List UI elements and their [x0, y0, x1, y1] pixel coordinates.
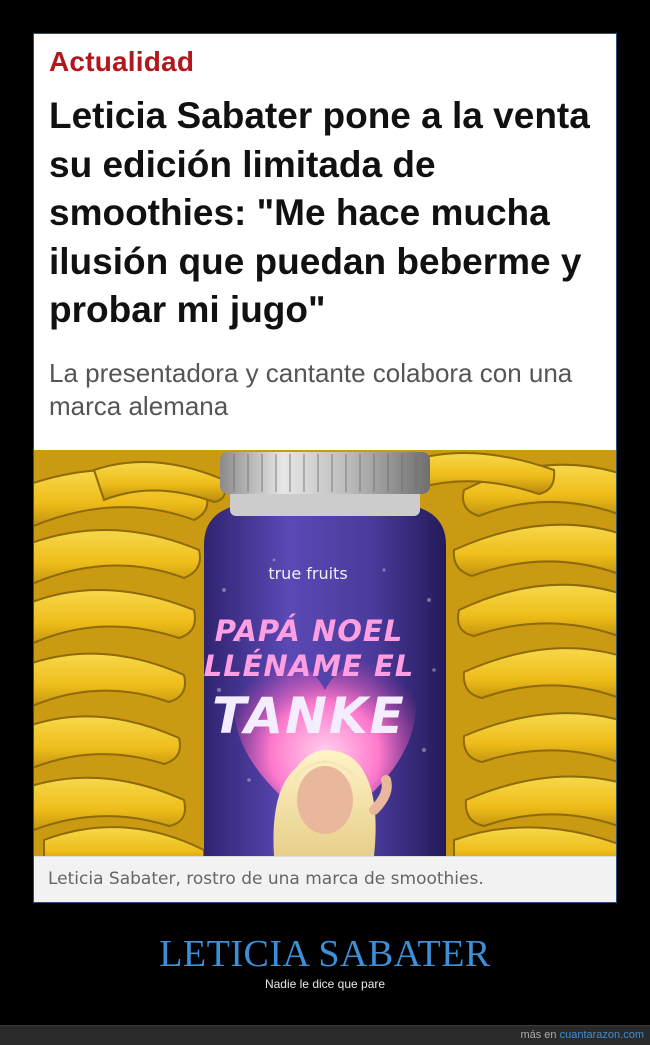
bottle-label-line3: TANKE	[212, 687, 406, 745]
footer-bar: más en cuantarazon.com	[0, 1025, 650, 1045]
bottle-brand: true fruits	[268, 564, 347, 583]
footer-credit: más en cuantarazon.com	[520, 1029, 644, 1041]
article-card: Actualidad Leticia Sabater pone a la ven…	[33, 33, 617, 903]
article-subhead: La presentadora y cantante colabora con …	[49, 358, 573, 421]
meme-subtitle: Nadie le dice que pare	[264, 977, 386, 991]
article-photo: true fruits PAPÁ NOEL LLÉNAME EL TANKE	[34, 450, 616, 856]
meme-title[interactable]: LETICIA SABATER	[0, 932, 650, 976]
site-link[interactable]: cuantarazon.com	[560, 1029, 644, 1041]
article-headline[interactable]: Leticia Sabater pone a la venta su edici…	[49, 92, 614, 335]
section-kicker[interactable]: Actualidad	[49, 46, 194, 78]
footer-prefix: más en	[520, 1029, 560, 1041]
photo-caption: Leticia Sabater, rostro de una marca de …	[34, 856, 616, 902]
bottle-label-line2: LLÉNAME EL	[204, 649, 415, 683]
bottle-label-line1: PAPÁ NOEL	[215, 614, 403, 648]
